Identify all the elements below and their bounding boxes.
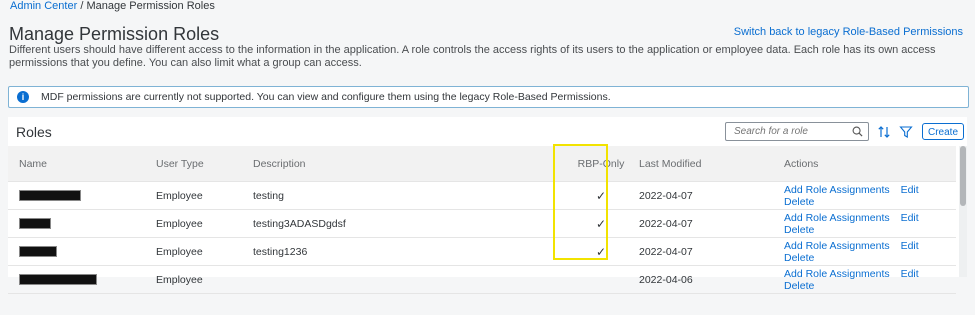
last-modified-cell: 2022-04-06 [638,265,783,294]
edit-link[interactable]: Edit [901,212,919,224]
last-modified-cell: 2022-04-07 [638,237,783,266]
breadcrumb-separator: / [80,0,84,12]
description-cell: testing [252,181,564,210]
user-type-cell: Employee [155,237,252,266]
table-row: Employee testing3ADASDgdsf ✓ 2022-04-07 … [8,209,956,238]
create-role-button[interactable]: Create [922,123,965,140]
redacted-role-name[interactable] [19,190,81,202]
description-cell: testing1236 [252,237,564,266]
column-header-user-type[interactable]: User Type [155,146,252,182]
user-type-cell: Employee [155,209,252,238]
table-row: Employee 2022-04-06 Add Role Assignments… [8,265,956,294]
rbp-only-check: ✓ [564,237,638,266]
edit-link[interactable]: Edit [901,184,919,196]
page-description: Different users should have different ac… [9,44,936,69]
role-search-input[interactable] [732,125,856,138]
edit-link[interactable]: Edit [901,268,919,280]
column-header-actions: Actions [783,146,956,182]
rbp-only-check: ✓ [564,209,638,238]
page-title: Manage Permission Roles [9,24,220,44]
edit-link[interactable]: Edit [901,240,919,252]
legacy-rbp-link[interactable]: Switch back to legacy Role-Based Permiss… [734,26,963,38]
add-role-assignments-link[interactable]: Add Role Assignments [784,212,890,224]
vertical-scrollbar[interactable] [959,146,967,277]
breadcrumb-admin-center[interactable]: Admin Center [10,0,77,12]
redacted-role-name[interactable] [19,218,51,230]
info-icon: i [17,91,29,103]
column-header-description[interactable]: Description [252,146,564,182]
info-banner: i MDF permissions are currently not supp… [8,86,969,108]
add-role-assignments-link[interactable]: Add Role Assignments [784,184,890,196]
table-row: Employee testing ✓ 2022-04-07 Add Role A… [8,181,956,210]
table-row: Employee testing1236 ✓ 2022-04-07 Add Ro… [8,237,956,266]
roles-title: Roles [16,124,52,140]
user-type-cell: Employee [155,265,252,294]
add-role-assignments-link[interactable]: Add Role Assignments [784,240,890,252]
delete-link[interactable]: Delete [784,252,814,264]
delete-link[interactable]: Delete [784,196,814,208]
roles-panel: Roles Create Name User Type Description … [8,117,967,294]
breadcrumb-current: Manage Permission Roles [86,0,215,12]
rbp-only-check [564,265,638,294]
scrollbar-thumb[interactable] [960,146,966,206]
delete-link[interactable]: Delete [784,280,814,292]
sort-icon[interactable] [877,125,891,139]
roles-table: Name User Type Description RBP-Only Last… [8,146,956,294]
last-modified-cell: 2022-04-07 [638,209,783,238]
description-cell: testing3ADASDgdsf [252,209,564,238]
info-banner-text: MDF permissions are currently not suppor… [41,91,611,103]
redacted-role-name[interactable] [19,246,57,258]
column-header-name[interactable]: Name [8,146,155,182]
description-cell [252,265,564,294]
column-header-last-modified[interactable]: Last Modified [638,146,783,182]
role-search-field[interactable] [725,122,869,141]
search-icon[interactable] [852,126,863,137]
rbp-only-check: ✓ [564,181,638,210]
last-modified-cell: 2022-04-07 [638,181,783,210]
delete-link[interactable]: Delete [784,224,814,236]
user-type-cell: Employee [155,181,252,210]
column-header-rbp-only[interactable]: RBP-Only [564,146,638,182]
breadcrumb: Admin Center / Manage Permission Roles [10,0,215,12]
add-role-assignments-link[interactable]: Add Role Assignments [784,268,890,280]
filter-icon[interactable] [899,125,913,139]
redacted-role-name[interactable] [19,274,97,286]
table-header-row: Name User Type Description RBP-Only Last… [8,146,956,182]
